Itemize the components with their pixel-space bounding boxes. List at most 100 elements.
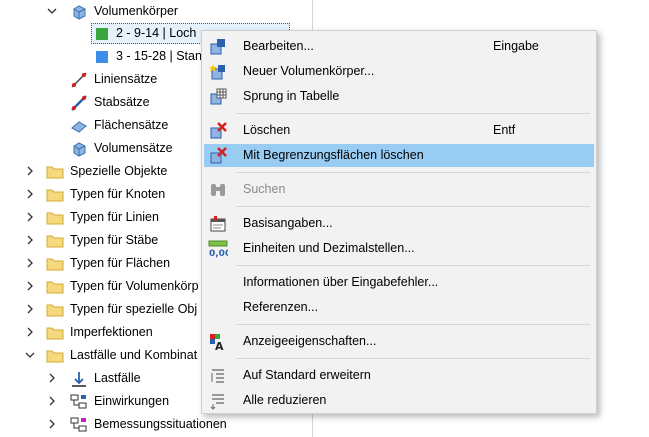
tree-item-bemessungssituationen[interactable]: Bemessungssituationen [46,413,227,436]
tree-item-typen-spezielle-objekte[interactable]: Typen für spezielle Obj [24,298,197,321]
menu-item-label: Anzeigeeigenschaften... [243,334,377,348]
chevron-right-icon[interactable] [24,211,36,223]
chevron-right-icon[interactable] [46,418,58,430]
load-case-icon [70,371,88,387]
folder-icon [46,348,64,364]
menu-separator [236,358,590,359]
solid-cube-icon [70,4,88,20]
context-menu: Bearbeiten... Eingabe Neuer Volumenkörpe… [201,30,597,414]
tree-item-typen-volumenkoerper[interactable]: Typen für Volumenkörp [24,275,199,298]
table-jump-icon [208,88,228,106]
tree-item-label: Spezielle Objekte [70,164,168,178]
chevron-right-icon[interactable] [46,395,58,407]
menu-item-einheiten-dezimalstellen[interactable]: 0,00 Einheiten und Dezimalstellen... [204,237,594,260]
menu-item-shortcut: Eingabe [493,39,539,53]
menu-item-label: Neuer Volumenkörper... [243,64,375,78]
tree-item-label: Volumenkörper [94,4,179,18]
menu-item-informationen-eingabefehler[interactable]: Informationen über Eingabefehler... [204,271,594,294]
svg-text:0,00: 0,00 [209,249,228,258]
menu-item-shortcut: Entf [493,123,516,137]
folder-icon [46,164,64,180]
chevron-right-icon[interactable] [24,257,36,269]
tree-item-stabsaetze[interactable]: Stabsätze [70,91,150,114]
expand-default-icon [208,367,228,385]
tree-item-label: Typen für Flächen [70,256,171,270]
menu-item-label: Referenzen... [243,300,319,314]
delete-with-surfaces-icon [208,147,228,165]
tree-item-label: Typen für Knoten [70,187,166,201]
folder-icon [46,325,64,341]
menu-item-anzeigeeigenschaften[interactable]: A Anzeigeeigenschaften... [204,330,594,353]
menu-item-mit-begrenzungsflaechen-loeschen[interactable]: Mit Begrenzungsflächen löschen [204,144,594,167]
tree-item-label: 3 - 15-28 | Stan [116,49,202,63]
tree-item-typen-linien[interactable]: Typen für Linien [24,206,159,229]
chevron-right-icon[interactable] [24,326,36,338]
tree-item-label: Imperfektionen [70,325,153,339]
tree-item-label: 2 - 9-14 | Loch [116,26,197,40]
chevron-right-icon[interactable] [24,234,36,246]
chevron-right-icon[interactable] [46,372,58,384]
chevron-down-icon[interactable] [46,5,58,17]
menu-item-label: Bearbeiten... [243,39,314,53]
chevron-right-icon[interactable] [24,165,36,177]
chevron-right-icon[interactable] [24,280,36,292]
blue-swatch-icon [96,50,108,63]
green-swatch-icon [96,27,108,40]
menu-item-alle-reduzieren[interactable]: Alle reduzieren [204,389,594,412]
menu-item-basisangaben[interactable]: Basisangaben... [204,212,594,235]
tree-item-typen-staebe[interactable]: Typen für Stäbe [24,229,158,252]
member-set-icon [70,94,88,111]
chevron-right-icon[interactable] [24,188,36,200]
menu-item-neuer-volumenkoerper[interactable]: Neuer Volumenkörper... [204,60,594,83]
menu-item-label: Sprung in Tabelle [243,89,340,103]
menu-item-referenzen[interactable]: Referenzen... [204,296,594,319]
tree-item-solid-3[interactable]: 3 - 15-28 | Stan [96,45,202,68]
base-data-icon [208,215,228,233]
line-set-icon [70,71,88,88]
tree-item-lastfaelle-kombinationen[interactable]: Lastfälle und Kombinat [24,344,197,367]
chevron-right-icon[interactable] [24,303,36,315]
menu-item-label: Mit Begrenzungsflächen löschen [243,148,424,162]
tree-item-imperfektionen[interactable]: Imperfektionen [24,321,153,344]
tree-item-einwirkungen[interactable]: Einwirkungen [46,390,169,413]
tree-item-label: Typen für Stäbe [70,233,159,247]
surface-set-icon [70,118,88,134]
action-icon [70,394,88,410]
folder-icon [46,302,64,318]
folder-icon [46,187,64,203]
solid-set-icon [70,141,88,157]
tree-item-solid-2[interactable]: 2 - 9-14 | Loch [96,22,196,45]
menu-item-bearbeiten[interactable]: Bearbeiten... Eingabe [204,35,594,58]
tree-item-label: Stabsätze [94,95,150,109]
menu-separator [236,113,590,114]
menu-item-loeschen[interactable]: Löschen Entf [204,119,594,142]
tree-item-spezielle-objekte[interactable]: Spezielle Objekte [24,160,167,183]
menu-separator [236,172,590,173]
menu-item-label: Alle reduzieren [243,393,327,407]
menu-item-auf-standard-erweitern[interactable]: Auf Standard erweitern [204,364,594,387]
new-solid-icon [208,63,228,81]
tree-item-label: Lastfälle und Kombinat [70,348,198,362]
tree-item-typen-flaechen[interactable]: Typen für Flächen [24,252,170,275]
menu-item-suchen[interactable]: Suchen [204,178,594,201]
menu-item-label: Suchen [243,182,286,196]
tree-item-typen-knoten[interactable]: Typen für Knoten [24,183,165,206]
collapse-all-icon [208,392,228,410]
chevron-down-icon[interactable] [24,349,36,361]
menu-separator [236,206,590,207]
tree-item-label: Einwirkungen [94,394,170,408]
tree-item-liniensaetze[interactable]: Liniensätze [70,68,157,91]
tree-item-volumenkoerper[interactable]: Volumenkörper [46,0,178,23]
svg-text:A: A [215,340,224,351]
folder-icon [46,256,64,272]
tree-item-lastfaelle[interactable]: Lastfälle [46,367,141,390]
menu-item-sprung-in-tabelle[interactable]: Sprung in Tabelle [204,85,594,108]
tree-item-label: Lastfälle [94,371,141,385]
tree-item-label: Volumensätze [94,141,173,155]
tree-item-label: Typen für spezielle Obj [70,302,198,316]
tree-item-volumensaetze[interactable]: Volumensätze [70,137,173,160]
tree-item-label: Flächensätze [94,118,169,132]
menu-item-label: Basisangaben... [243,216,333,230]
folder-icon [46,233,64,249]
tree-item-flaechensaetze[interactable]: Flächensätze [70,114,168,137]
